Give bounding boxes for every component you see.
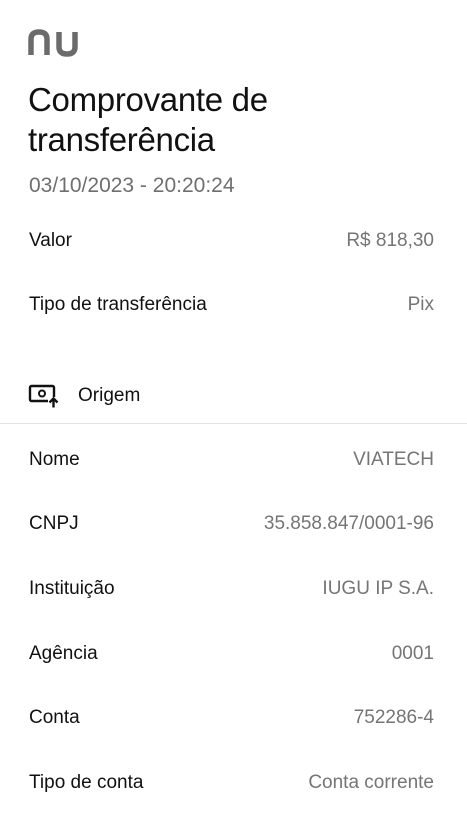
row-tipo-transferencia: Tipo de transferência Pix <box>29 290 434 320</box>
row-label: Instituição <box>29 578 115 599</box>
row-label: Conta <box>29 707 80 728</box>
row-value: IUGU IP S.A. <box>322 578 434 599</box>
section-divider <box>0 423 467 424</box>
nubank-logo <box>28 29 78 57</box>
row-label: Tipo de transferência <box>29 294 207 315</box>
row-label: Nome <box>29 449 80 470</box>
row-label: Agência <box>29 643 98 664</box>
row-value: VIATECH <box>353 449 434 470</box>
row-nome: Nome VIATECH <box>29 445 434 475</box>
origin-section-label: Origem <box>78 385 141 406</box>
row-value: Conta corrente <box>308 772 434 793</box>
row-conta: Conta 752286-4 <box>29 703 434 733</box>
row-instituicao: Instituição IUGU IP S.A. <box>29 574 434 604</box>
row-cnpj: CNPJ 35.858.847/0001-96 <box>29 509 434 539</box>
row-tipo-conta: Tipo de conta Conta corrente <box>29 768 434 798</box>
row-value: 0001 <box>391 643 434 664</box>
row-agencia: Agência 0001 <box>29 639 434 669</box>
page-title-line1: Comprovante de <box>28 81 268 118</box>
origin-section-header: Origem <box>28 380 328 412</box>
row-label: Valor <box>29 230 72 251</box>
account-transfer-out-icon <box>28 384 59 409</box>
row-value: 752286-4 <box>353 707 434 728</box>
row-label: Tipo de conta <box>29 772 144 793</box>
row-value: Pix <box>407 294 434 315</box>
row-value: R$ 818,30 <box>346 230 434 251</box>
page-title: Comprovante de transferência <box>28 80 448 160</box>
row-label: CNPJ <box>29 513 79 534</box>
page-title-line2: transferência <box>28 121 215 158</box>
row-valor: Valor R$ 818,30 <box>29 226 434 256</box>
transfer-datetime: 03/10/2023 - 20:20:24 <box>29 174 235 197</box>
row-value: 35.858.847/0001-96 <box>263 513 434 534</box>
